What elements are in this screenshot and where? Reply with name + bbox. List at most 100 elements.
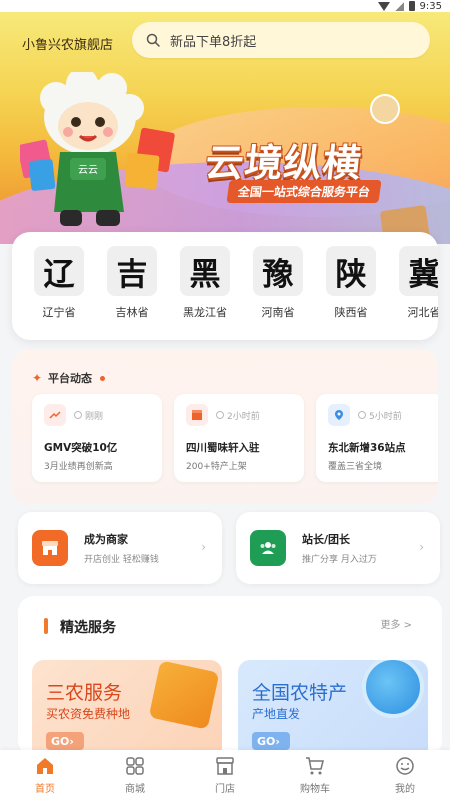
trending-up-icon <box>44 404 66 426</box>
cart-icon <box>304 755 326 777</box>
province-item-hebei[interactable]: 冀 河北省 <box>399 246 438 320</box>
clock-icon <box>216 411 224 419</box>
status-indicators: 9:35 <box>377 0 442 12</box>
featured-services: 精选服务 更多 > 三农服务 买农资免费种地 GO › 全国农特产 产地直发 GO… <box>18 596 442 756</box>
province-item-heilongjiang[interactable]: 黑 黑龙江省 <box>180 246 230 320</box>
role-desc: 开店创业 轻松赚钱 <box>84 555 159 565</box>
tab-label: 首页 <box>35 784 55 795</box>
chevron-right-icon: › <box>419 540 424 554</box>
news-desc: 3月业绩再创新高 <box>44 462 113 472</box>
promo-specialty-products[interactable]: 全国农特产 产地直发 GO › <box>238 660 428 756</box>
mascot-label: 云云 <box>78 165 98 176</box>
chevron-right-icon: › <box>201 540 206 554</box>
location-pin-icon <box>328 404 350 426</box>
province-glyph: 陕 <box>326 246 376 296</box>
search-input[interactable]: 新品下单8折起 <box>132 22 430 58</box>
province-name: 河北省 <box>407 306 439 319</box>
province-glyph: 冀 <box>399 246 438 296</box>
news-item[interactable]: 2小时前 四川蜀味轩入驻 200+特产上架 <box>174 394 304 482</box>
tab-home[interactable]: 首页 <box>10 755 80 795</box>
status-time: 9:35 <box>419 0 442 12</box>
store-icon <box>186 404 208 426</box>
province-name: 黑龙江省 <box>183 306 227 319</box>
promo-agri-services[interactable]: 三农服务 买农资免费种地 GO › <box>32 660 222 756</box>
bolt-icon: ✦ <box>32 371 43 385</box>
wifi-icon <box>377 1 390 11</box>
section-title: 精选服务 <box>60 620 116 636</box>
province-selector: 辽 辽宁省 吉 吉林省 黑 黑龙江省 豫 河南省 陕 陕西省 冀 河北省 <box>12 232 438 340</box>
search-icon <box>146 33 160 47</box>
province-item-henan[interactable]: 豫 河南省 <box>253 246 303 320</box>
province-name: 陕西省 <box>334 306 368 319</box>
news-item[interactable]: 刚刚 GMV突破10亿 3月业绩再创新高 <box>32 394 162 482</box>
promo-title: 三农服务 <box>46 682 123 704</box>
promo-subtitle: 产地直发 <box>252 707 301 721</box>
banner-subtitle: 全国一站式综合服务平台 <box>226 180 382 203</box>
news-title: GMV突破10亿 <box>44 442 118 454</box>
news-time: 5小时前 <box>358 409 402 422</box>
tab-profile[interactable]: 我的 <box>370 755 440 795</box>
banner-title: 云境纵横 <box>203 141 364 185</box>
become-merchant-card[interactable]: 成为商家 开店创业 轻松赚钱 › <box>18 512 222 584</box>
bottom-tab-bar: 首页 商城 门店 购物车 我的 <box>0 750 450 800</box>
province-glyph: 吉 <box>107 246 157 296</box>
tab-label: 门店 <box>215 784 235 795</box>
tab-store[interactable]: 门店 <box>190 755 260 795</box>
tab-label: 我的 <box>395 784 415 795</box>
province-name: 辽宁省 <box>42 306 76 319</box>
role-title: 成为商家 <box>84 533 128 546</box>
news-title: 四川蜀味轩入驻 <box>186 442 260 454</box>
compass-icon <box>362 660 424 718</box>
role-desc: 推广分享 月入过万 <box>302 555 377 565</box>
profile-icon <box>394 755 416 777</box>
mascot-illustration: 云云 <box>20 72 175 226</box>
section-accent-bar <box>44 618 48 634</box>
platform-news-title: 平台动态 <box>48 372 92 385</box>
storefront-icon <box>214 755 236 777</box>
province-name: 吉林省 <box>115 306 149 319</box>
status-bar: 9:35 <box>0 0 450 12</box>
news-desc: 覆盖三省全境 <box>328 462 383 472</box>
news-list: 刚刚 GMV突破10亿 3月业绩再创新高 2小时前 四川蜀味轩入驻 200+特产… <box>32 394 438 482</box>
province-item-liaoning[interactable]: 辽 辽宁省 <box>34 246 84 320</box>
wallet-icon <box>148 660 220 730</box>
province-glyph: 黑 <box>180 246 230 296</box>
news-time: 刚刚 <box>74 409 103 422</box>
search-placeholder: 新品下单8折起 <box>170 34 257 50</box>
tab-cart[interactable]: 购物车 <box>280 755 350 795</box>
platform-news-header: ✦ 平台动态 <box>32 370 105 386</box>
province-list: 辽 辽宁省 吉 吉林省 黑 黑龙江省 豫 河南省 陕 陕西省 冀 河北省 <box>34 246 438 320</box>
province-glyph: 辽 <box>34 246 84 296</box>
province-glyph: 豫 <box>253 246 303 296</box>
promo-subtitle: 买农资免费种地 <box>46 707 131 721</box>
signal-icon <box>394 1 404 11</box>
province-item-shaanxi[interactable]: 陕 陕西省 <box>326 246 376 320</box>
home-icon <box>34 755 56 777</box>
team-icon <box>250 530 286 566</box>
news-item[interactable]: 5小时前 东北新增36站点 覆盖三省全境 <box>316 394 438 482</box>
live-dot-icon <box>100 375 105 381</box>
news-desc: 200+特产上架 <box>186 462 247 472</box>
tab-mall[interactable]: 商城 <box>100 755 170 795</box>
tab-label: 购物车 <box>300 784 330 795</box>
battery-icon <box>408 1 415 11</box>
platform-news-card: ✦ 平台动态 刚刚 GMV突破10亿 3月业绩再创新高 2小时前 四川蜀味轩入驻… <box>12 350 438 504</box>
go-button[interactable]: GO › <box>46 732 84 750</box>
province-name: 河南省 <box>261 306 295 319</box>
tab-label: 商城 <box>125 784 145 795</box>
badge-icon <box>370 94 400 124</box>
promo-title: 全国农特产 <box>252 682 348 704</box>
hero-banner[interactable]: 小鲁兴农旗舰店 新品下单8折起 云云 云境纵横 全国一站式综合服务平台 <box>0 12 450 244</box>
station-leader-card[interactable]: 站长/团长 推广分享 月入过万 › <box>236 512 440 584</box>
grid-icon <box>124 755 146 777</box>
news-time: 2小时前 <box>216 409 260 422</box>
role-title: 站长/团长 <box>302 533 351 546</box>
news-title: 东北新增36站点 <box>328 442 406 454</box>
shop-icon <box>32 530 68 566</box>
clock-icon <box>74 411 82 419</box>
go-button[interactable]: GO › <box>252 732 290 750</box>
clock-icon <box>358 411 366 419</box>
province-item-jilin[interactable]: 吉 吉林省 <box>107 246 157 320</box>
store-name[interactable]: 小鲁兴农旗舰店 <box>22 34 113 53</box>
more-link[interactable]: 更多 > <box>380 616 412 631</box>
